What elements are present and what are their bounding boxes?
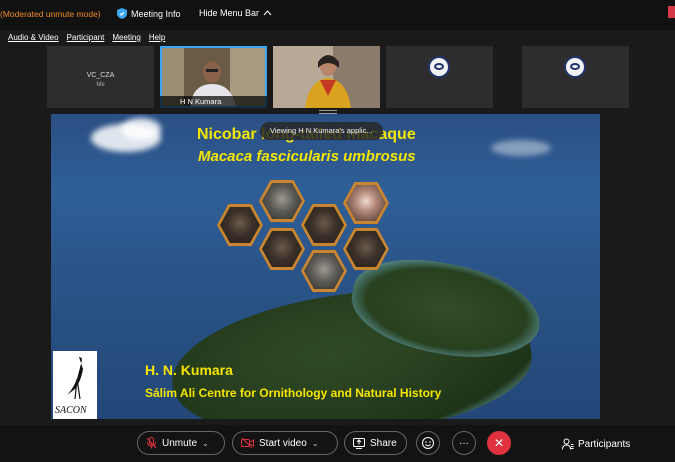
- start-video-label: Start video: [259, 437, 307, 449]
- macaque-photo: [301, 250, 347, 292]
- hide-menu-bar-button[interactable]: Hide Menu Bar: [199, 8, 272, 18]
- menu-audio-video[interactable]: Audio & Video: [8, 33, 59, 42]
- cloud: [491, 140, 551, 156]
- participants-label: Participants: [578, 438, 631, 450]
- slide-subtitle: Macaca fascicularis umbrosus: [198, 148, 416, 165]
- thumbnail-self[interactable]: VC_CZA Me: [47, 46, 154, 108]
- thumbnail-name: VC_CZA: [86, 72, 115, 79]
- menu-meeting[interactable]: Meeting: [112, 33, 140, 42]
- top-bar: (Moderated unmute mode) Meeting Info Hid…: [0, 0, 675, 30]
- macaque-photo: [343, 182, 389, 224]
- unmute-button[interactable]: Unmute ⌄: [137, 431, 225, 455]
- slide-author: H. N. Kumara: [145, 362, 233, 378]
- thumbnail-presenter[interactable]: H N Kumara: [160, 46, 267, 108]
- more-options-button[interactable]: ···: [452, 431, 476, 455]
- hide-menu-label: Hide Menu Bar: [199, 8, 260, 18]
- participant-video: [273, 46, 380, 108]
- chevron-down-icon[interactable]: ⌄: [312, 439, 319, 448]
- macaque-photo: [301, 204, 347, 246]
- sacon-logo: SACON: [53, 351, 97, 419]
- thumbnail-me-label: Me: [96, 82, 105, 88]
- share-button[interactable]: Share: [344, 431, 407, 455]
- participants-button[interactable]: Participants: [562, 438, 630, 450]
- more-icon: ···: [459, 437, 469, 449]
- viewing-toast: Viewing H N Kumara's applic...: [260, 122, 383, 140]
- unmute-label: Unmute: [162, 437, 198, 449]
- shared-screen: Nicobar long-tailed macaque Macaca fasci…: [51, 114, 600, 419]
- sacon-logo-text: SACON: [55, 405, 87, 416]
- share-screen-icon: [353, 437, 365, 449]
- macaque-photo: [259, 180, 305, 222]
- chevron-down-icon[interactable]: ⌄: [202, 439, 209, 448]
- organization-logo: [428, 56, 450, 78]
- emoji-icon: [422, 437, 434, 449]
- reactions-button[interactable]: [416, 431, 440, 455]
- cloud: [121, 118, 161, 140]
- moderated-mode-label: (Moderated unmute mode): [0, 9, 101, 19]
- close-icon: ✕: [493, 436, 505, 450]
- slide-affiliation: Sálim Ali Centre for Ornithology and Nat…: [145, 386, 442, 400]
- macaque-photo: [259, 228, 305, 270]
- thumbnail-name: H N Kumara: [160, 96, 267, 108]
- thumbnail-participant-4[interactable]: [522, 46, 629, 108]
- thumbnail-participant-3[interactable]: [386, 46, 493, 108]
- window-close-edge[interactable]: [668, 6, 675, 18]
- organization-logo: [564, 56, 586, 78]
- shield-icon: [117, 8, 127, 19]
- video-off-icon: [241, 438, 254, 448]
- meeting-info-button[interactable]: Meeting Info: [117, 8, 181, 19]
- thumbnail-participant-2[interactable]: [273, 46, 380, 108]
- macaque-photo: [217, 204, 263, 246]
- meeting-info-label: Meeting Info: [131, 8, 181, 19]
- start-video-button[interactable]: Start video ⌄: [232, 431, 338, 455]
- menu-bar: Audio & Video Participant Meeting Help: [8, 33, 165, 42]
- chevron-up-icon: [263, 10, 272, 16]
- share-label: Share: [370, 437, 397, 449]
- meeting-controls: Unmute ⌄ Start video ⌄ Share ··· ✕ Parti…: [0, 425, 675, 462]
- menu-participant[interactable]: Participant: [67, 33, 105, 42]
- bird-logo-icon: [67, 357, 83, 400]
- participants-icon: [562, 438, 574, 450]
- menu-help[interactable]: Help: [149, 33, 165, 42]
- mic-off-icon: [146, 437, 157, 449]
- leave-meeting-button[interactable]: ✕: [487, 431, 511, 455]
